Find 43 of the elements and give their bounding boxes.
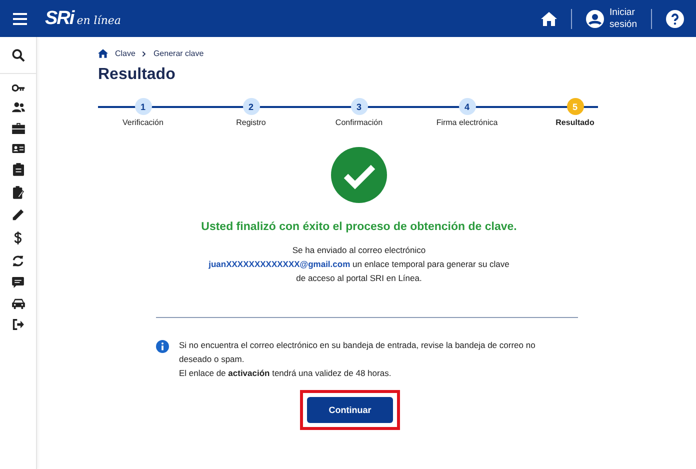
user-icon[interactable] xyxy=(586,10,604,28)
home-icon[interactable] xyxy=(540,12,557,26)
step-label: Firma electrónica xyxy=(436,118,498,127)
menu-icon[interactable] xyxy=(13,12,27,24)
breadcrumb-link[interactable]: Clave xyxy=(115,49,136,58)
step-number: 5 xyxy=(566,98,584,115)
info-text: El enlace de activación tendrá una validez de 48 horas. xyxy=(179,367,392,380)
step-number: 3 xyxy=(350,98,368,115)
briefcase-icon[interactable] xyxy=(12,123,24,134)
check-circle-icon xyxy=(331,147,387,203)
car-icon[interactable] xyxy=(12,298,24,309)
step-number: 4 xyxy=(458,98,476,115)
users-icon[interactable] xyxy=(12,102,24,113)
search-icon[interactable] xyxy=(12,48,24,62)
logo-text: SRi xyxy=(45,8,74,30)
info-icon xyxy=(156,340,169,353)
clipboard-icon[interactable] xyxy=(12,163,24,176)
email-link[interactable]: juanXXXXXXXXXXXXX@gmail.com xyxy=(208,259,350,269)
success-message: Usted finalizó con éxito el proceso de obtención de clave. xyxy=(201,221,517,233)
chat-icon[interactable] xyxy=(12,277,24,288)
help-icon[interactable] xyxy=(666,10,684,28)
step-label: Verificación xyxy=(122,118,164,127)
login-link[interactable]: Iniciar sesión xyxy=(610,6,637,30)
logo-tagline: en línea xyxy=(76,14,121,26)
sync-icon[interactable] xyxy=(12,255,24,267)
clipboard-pencil-icon[interactable] xyxy=(12,186,24,199)
key-icon[interactable] xyxy=(12,84,24,92)
home-icon[interactable] xyxy=(98,49,108,58)
exit-icon[interactable] xyxy=(12,319,24,330)
step-number: 2 xyxy=(242,98,260,115)
step-label: Confirmación xyxy=(335,118,383,127)
page-title: Resultado xyxy=(98,66,176,84)
step-number: 1 xyxy=(134,98,152,115)
info-text: Si no encuentra el correo electrónico en su bandeja de entrada, revise la bandeja de correo no deseado o spam. xyxy=(179,339,536,366)
id-card-icon[interactable] xyxy=(12,144,24,153)
breadcrumb-link[interactable]: Generar clave xyxy=(153,49,204,58)
dollar-icon[interactable] xyxy=(14,231,22,245)
step-label: Resultado xyxy=(556,118,594,127)
email-message: Se ha enviado al correo electrónico juanXXXXXXXXXXXXX@gmail.com un enlace temporal para generar su clave de acceso al portal SRI en Línea. xyxy=(208,244,510,285)
step-label: Registro xyxy=(236,118,266,127)
chevron-icon xyxy=(142,50,146,56)
continue-button[interactable]: Continuar xyxy=(307,397,393,423)
pencil-icon[interactable] xyxy=(12,209,24,221)
